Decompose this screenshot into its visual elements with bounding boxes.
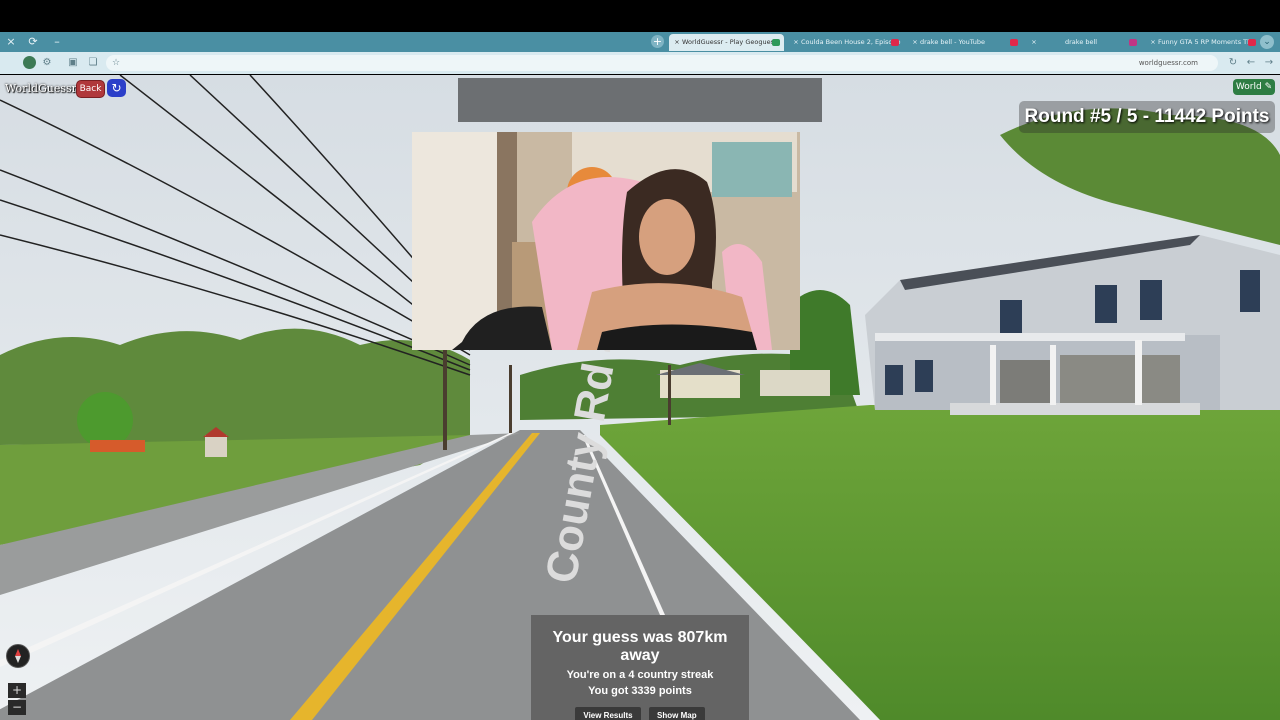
reload-icon[interactable]: ↻ — [1226, 56, 1240, 70]
compass-needle-icon — [15, 649, 21, 663]
guess-distance-heading: Your guess was 807km away — [552, 629, 728, 664]
url-text: worldguessr.com — [1138, 59, 1198, 67]
bookmark-icon[interactable]: ❏ — [86, 56, 100, 70]
worldguessr-favicon-icon — [772, 39, 780, 46]
nav-forward-icon[interactable]: → — [1262, 56, 1276, 70]
star-icon[interactable]: ☆ — [112, 55, 120, 71]
worldguessr-logo: WorldGuessr — [5, 82, 77, 95]
compass-icon[interactable] — [6, 644, 30, 668]
street-view-panorama[interactable]: County Rd 45 WorldGuessr Back ↻ World ✎ … — [0, 75, 1280, 720]
window-minimize-icon[interactable]: – — [46, 32, 68, 52]
webcam-feed-image — [412, 132, 800, 350]
new-tab-button[interactable]: + — [651, 35, 664, 48]
tab-drake-bell-youtube[interactable]: × drake bell - YouTube — [907, 34, 1022, 51]
tab-close-icon[interactable]: × — [1148, 34, 1158, 51]
tab-worldguessr[interactable]: × WorldGuessr - Play Geoguess — [669, 34, 784, 51]
youtube-favicon-icon — [891, 39, 899, 46]
tab-drake-bell-instagram[interactable]: × drake bell — [1026, 34, 1141, 51]
edit-pencil-icon: ✎ — [1264, 82, 1273, 92]
world-mode-button[interactable]: World ✎ — [1233, 79, 1275, 95]
address-bar[interactable]: ☆ worldguessr.com — [106, 55, 1218, 71]
profile-avatar[interactable] — [23, 56, 36, 69]
round-result-panel: Your guess was 807km away You're on a 4 … — [531, 615, 749, 720]
back-button[interactable]: Back — [76, 80, 105, 98]
tab-title: drake bell - YouTube — [920, 38, 986, 46]
zoom-out-button[interactable]: − — [8, 700, 26, 715]
streak-text: You're on a 4 country streak — [566, 669, 714, 681]
refresh-icon[interactable]: ↻ — [107, 79, 126, 97]
world-mode-label: World — [1235, 82, 1262, 92]
tab-funny-gta[interactable]: × Funny GTA 5 RP Moments Tha — [1145, 34, 1260, 51]
youtube-favicon-icon — [1010, 39, 1018, 46]
tab-title: drake bell — [1065, 38, 1098, 46]
tab-close-icon[interactable]: × — [910, 34, 920, 51]
tab-title: Funny GTA 5 RP Moments Tha — [1158, 38, 1256, 46]
ad-placeholder — [458, 78, 822, 122]
webcam-overlay — [412, 132, 800, 350]
points-text: You got 3339 points — [588, 685, 692, 697]
black-letterbox-top — [0, 0, 1280, 32]
settings-icon[interactable]: ⚙ — [40, 56, 54, 70]
view-results-button[interactable]: View Results — [575, 707, 641, 720]
extension-icon[interactable]: ▣ — [66, 56, 80, 70]
instagram-favicon-icon — [1129, 39, 1137, 46]
tab-close-icon[interactable]: × — [672, 34, 682, 51]
zoom-in-button[interactable]: + — [8, 683, 26, 698]
browser-tabstrip: × ⟳ – + × WorldGuessr - Play Geoguess × Co… — [0, 32, 1280, 52]
browser-toolbar: ⚙ ▣ ❏ ☆ worldguessr.com ↻ ← → — [0, 52, 1280, 74]
youtube-favicon-icon — [1248, 39, 1256, 46]
tab-title: WorldGuessr - Play Geoguess — [682, 38, 778, 46]
nav-back-icon[interactable]: ← — [1244, 56, 1258, 70]
window-close-icon[interactable]: × — [0, 32, 22, 52]
show-map-button[interactable]: Show Map — [649, 707, 705, 720]
tab-list-chevron-icon[interactable]: ⌄ — [1260, 35, 1274, 49]
tab-title: Coulda Been House 2, Episode — [801, 38, 901, 46]
round-banner: Round #5 / 5 - 11442 Points — [1019, 101, 1275, 133]
tab-close-icon[interactable]: × — [791, 34, 801, 51]
tab-coulda-been-house[interactable]: × Coulda Been House 2, Episode — [788, 34, 903, 51]
tab-close-icon[interactable]: × — [1029, 34, 1039, 51]
window-reload-icon[interactable]: ⟳ — [22, 32, 44, 52]
